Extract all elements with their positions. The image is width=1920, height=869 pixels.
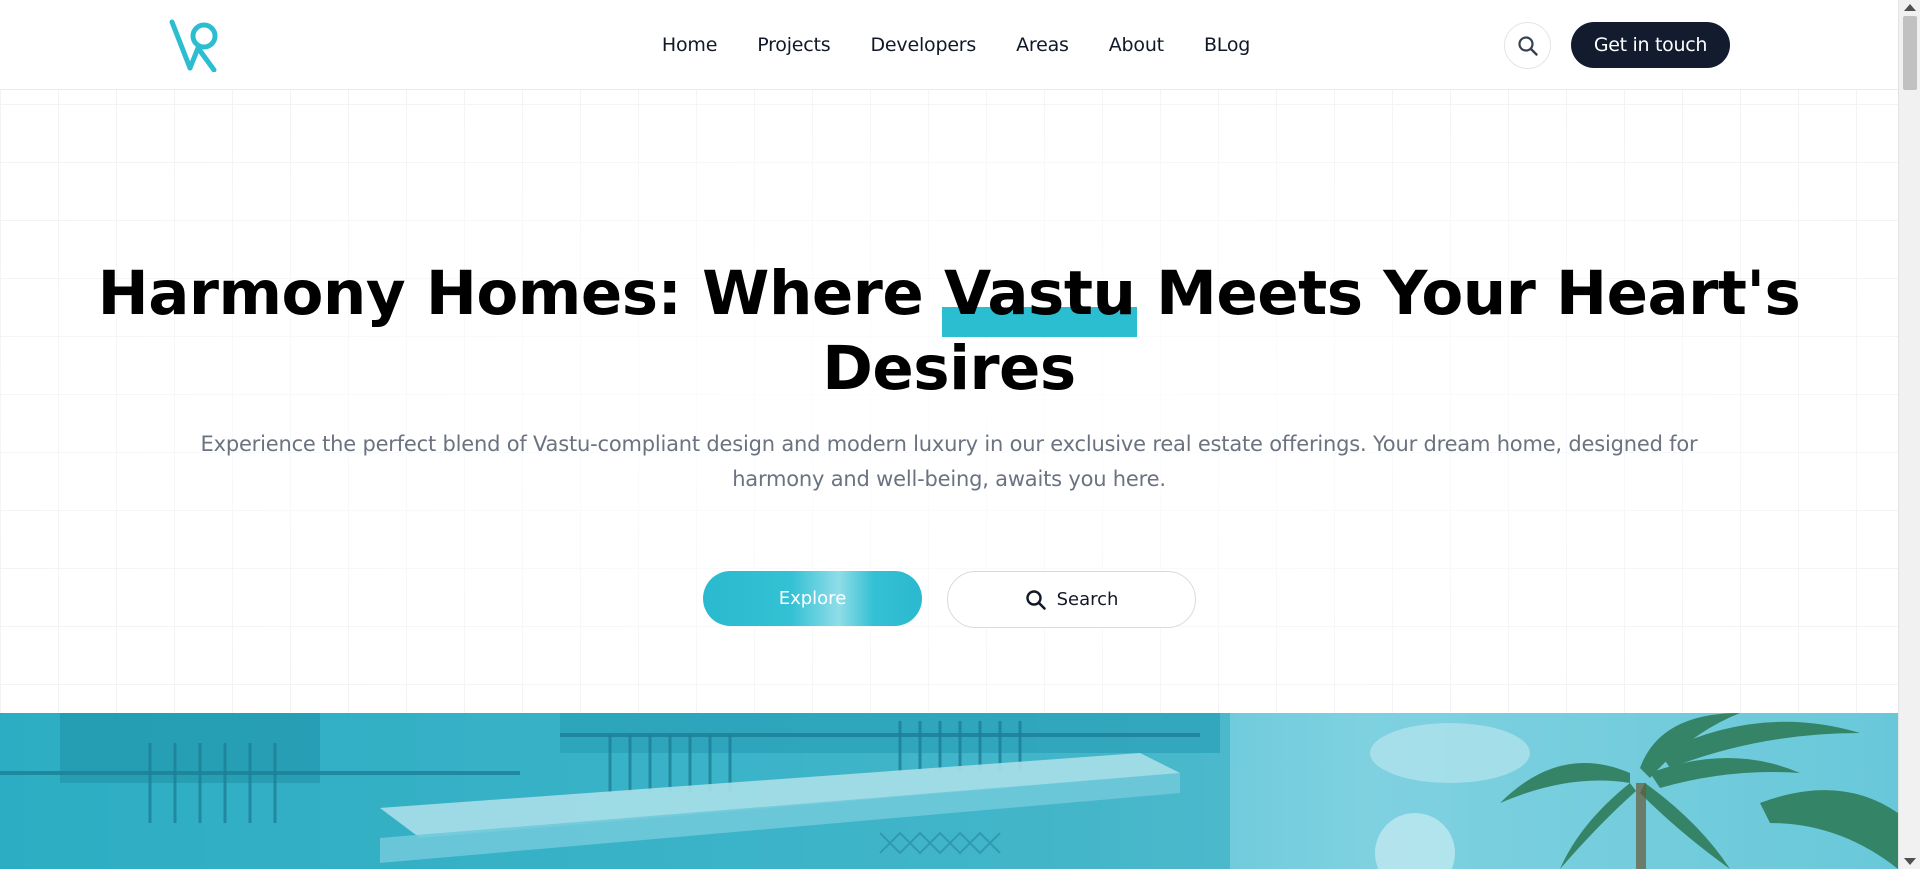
hero-title: Harmony Homes: Where Vastu Meets Your He… xyxy=(0,256,1898,406)
search-icon xyxy=(1025,589,1046,610)
scroll-down-arrow-icon[interactable] xyxy=(1904,858,1916,865)
hero-search-label: Search xyxy=(1056,589,1119,610)
hero-title-highlight: Vastu xyxy=(941,256,1138,337)
get-in-touch-button[interactable]: Get in touch xyxy=(1571,22,1730,68)
hero-banner-image xyxy=(0,713,1898,869)
nav-item-projects[interactable]: Projects xyxy=(757,34,831,56)
page-scrollbar[interactable] xyxy=(1898,0,1920,869)
nav-item-developers[interactable]: Developers xyxy=(871,34,977,56)
nav-item-about[interactable]: About xyxy=(1109,34,1164,56)
site-header: Home Projects Developers Areas About BLo… xyxy=(0,0,1898,90)
explore-button[interactable]: Explore xyxy=(703,571,922,626)
nav-item-areas[interactable]: Areas xyxy=(1016,34,1069,56)
nav-item-home[interactable]: Home xyxy=(662,34,718,56)
hero-section: Harmony Homes: Where Vastu Meets Your He… xyxy=(0,90,1898,713)
scroll-up-arrow-icon[interactable] xyxy=(1904,4,1916,11)
hero-search-button[interactable]: Search xyxy=(947,571,1196,628)
scroll-thumb[interactable] xyxy=(1903,16,1917,90)
building-illustration xyxy=(0,713,1898,869)
hero-subtitle: Experience the perfect blend of Vastu-co… xyxy=(200,432,1698,491)
hero-title-part-1: Harmony Homes: Where xyxy=(97,258,944,329)
explore-button-label: Explore xyxy=(778,588,847,609)
header-search-button[interactable] xyxy=(1504,22,1551,69)
highlight-word: Vastu xyxy=(943,258,1136,329)
nav-item-blog[interactable]: BLog xyxy=(1204,34,1250,56)
search-icon xyxy=(1517,35,1538,56)
